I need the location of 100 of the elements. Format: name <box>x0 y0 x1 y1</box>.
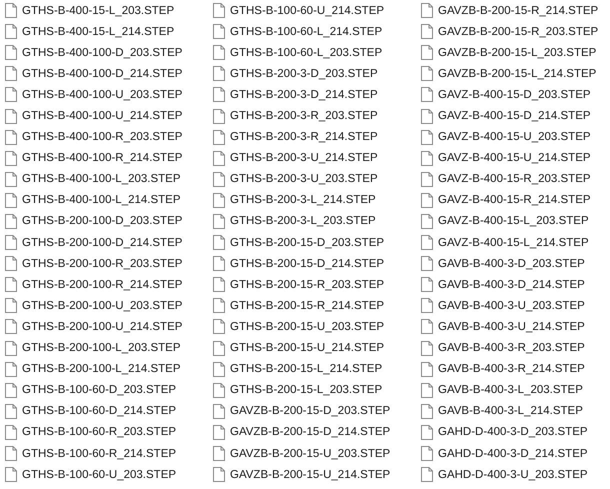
file-item[interactable]: GTHS-B-200-3-U_214.STEP <box>208 148 416 169</box>
file-icon <box>213 3 225 18</box>
file-item[interactable]: GTHS-B-400-15-L_203.STEP <box>0 0 208 22</box>
file-icon <box>213 87 225 102</box>
file-item[interactable]: GTHS-B-200-15-L_214.STEP <box>208 358 416 380</box>
file-icon <box>421 172 433 187</box>
file-icon <box>213 172 225 187</box>
file-icon <box>213 424 225 440</box>
file-item[interactable]: GAVB-B-400-3-L_214.STEP <box>416 400 610 422</box>
file-item[interactable]: GTHS-B-200-100-U_214.STEP <box>0 316 208 338</box>
file-item[interactable]: GTHS-B-200-15-L_203.STEP <box>208 380 416 401</box>
file-item[interactable]: GTHS-B-400-100-D_203.STEP <box>0 42 208 64</box>
file-item[interactable]: GTHS-B-200-100-R_203.STEP <box>0 253 208 274</box>
file-icon <box>421 404 433 419</box>
file-item[interactable]: GTHS-B-100-60-U_203.STEP <box>0 464 208 486</box>
file-icon <box>213 319 225 334</box>
file-item[interactable]: GTHS-B-100-60-D_203.STEP <box>0 380 208 401</box>
file-item[interactable]: GAVZB-B-200-15-D_214.STEP <box>208 422 416 443</box>
file-item[interactable]: GAVB-B-400-3-D_214.STEP <box>416 274 610 296</box>
file-item[interactable]: GAVB-B-400-3-U_203.STEP <box>416 295 610 316</box>
file-icon <box>5 3 17 18</box>
file-item[interactable]: GAVZ-B-400-15-L_214.STEP <box>416 232 610 254</box>
file-icon <box>5 340 17 356</box>
file-icon <box>5 424 17 440</box>
file-item[interactable]: GAVZ-B-400-15-U_214.STEP <box>416 148 610 169</box>
file-item[interactable]: GAVZB-B-200-15-R_203.STEP <box>416 21 610 42</box>
file-item[interactable]: GTHS-B-200-3-D_203.STEP <box>208 63 416 84</box>
file-item[interactable]: GAVZ-B-400-15-L_203.STEP <box>416 210 610 232</box>
file-item[interactable]: GTHS-B-200-3-R_214.STEP <box>208 126 416 148</box>
file-item[interactable]: GTHS-B-100-60-U_214.STEP <box>208 0 416 22</box>
file-icon <box>5 235 17 250</box>
file-item[interactable]: GTHS-B-200-15-U_214.STEP <box>208 338 416 359</box>
file-item[interactable]: GTHS-B-400-100-L_203.STEP <box>0 168 208 190</box>
file-item[interactable]: GTHS-B-200-3-U_203.STEP <box>208 168 416 190</box>
file-item[interactable]: GTHS-B-400-100-U_214.STEP <box>0 105 208 127</box>
file-item[interactable]: GAVB-B-400-3-R_203.STEP <box>416 338 610 359</box>
file-icon <box>5 66 17 82</box>
file-item[interactable]: GTHS-B-100-60-R_214.STEP <box>0 442 208 464</box>
file-item[interactable]: GAVZ-B-400-15-D_214.STEP <box>416 105 610 127</box>
file-item[interactable]: GAVB-B-400-3-U_214.STEP <box>416 316 610 338</box>
file-icon <box>213 235 225 250</box>
file-icon <box>213 256 225 272</box>
file-item[interactable]: GAHD-D-400-3-D_203.STEP <box>416 422 610 443</box>
file-item[interactable]: GAVZB-B-200-15-U_203.STEP <box>208 442 416 464</box>
file-item[interactable]: GAVZ-B-400-15-U_203.STEP <box>416 126 610 148</box>
file-item[interactable]: GTHS-B-100-60-L_203.STEP <box>208 42 416 64</box>
file-icon <box>5 172 17 187</box>
file-item[interactable]: GAVZB-B-200-15-U_214.STEP <box>208 464 416 486</box>
file-icon <box>5 192 17 208</box>
file-item[interactable]: GTHS-B-200-15-R_203.STEP <box>208 274 416 296</box>
file-item[interactable]: GAVB-B-400-3-R_214.STEP <box>416 358 610 380</box>
file-icon <box>213 45 225 60</box>
file-icon <box>421 3 433 18</box>
file-icon <box>213 340 225 356</box>
file-item[interactable]: GTHS-B-200-100-L_203.STEP <box>0 338 208 359</box>
file-item[interactable]: GTHS-B-200-15-U_203.STEP <box>208 316 416 338</box>
file-item[interactable]: GTHS-B-200-100-L_214.STEP <box>0 358 208 380</box>
file-item[interactable]: GTHS-B-100-60-R_203.STEP <box>0 422 208 443</box>
file-item[interactable]: GAVB-B-400-3-D_203.STEP <box>416 253 610 274</box>
file-item[interactable]: GAVZB-B-200-15-L_203.STEP <box>416 42 610 64</box>
file-item[interactable]: GAVZ-B-400-15-R_203.STEP <box>416 168 610 190</box>
file-icon <box>5 87 17 102</box>
file-icon <box>5 382 17 398</box>
file-item[interactable]: GTHS-B-200-100-D_214.STEP <box>0 232 208 254</box>
file-icon <box>213 192 225 208</box>
file-item[interactable]: GTHS-B-200-3-L_203.STEP <box>208 210 416 232</box>
file-item[interactable]: GTHS-B-400-100-R_203.STEP <box>0 126 208 148</box>
file-icon <box>5 298 17 314</box>
file-item[interactable]: GTHS-B-200-100-D_203.STEP <box>0 210 208 232</box>
file-item[interactable]: GTHS-B-400-100-U_203.STEP <box>0 84 208 106</box>
file-icon <box>5 45 17 60</box>
file-item[interactable]: GTHS-B-200-100-R_214.STEP <box>0 274 208 296</box>
file-item[interactable]: GAVZ-B-400-15-R_214.STEP <box>416 190 610 211</box>
file-icon <box>421 87 433 102</box>
file-icon <box>213 150 225 166</box>
file-item[interactable]: GTHS-B-400-100-R_214.STEP <box>0 148 208 169</box>
file-item[interactable]: GAHD-D-400-3-U_203.STEP <box>416 464 610 486</box>
file-item[interactable]: GTHS-B-200-3-L_214.STEP <box>208 190 416 211</box>
file-item[interactable]: GTHS-B-100-60-L_214.STEP <box>208 21 416 42</box>
file-icon <box>421 362 433 377</box>
file-item[interactable]: GTHS-B-100-60-D_214.STEP <box>0 400 208 422</box>
file-icon <box>421 45 433 60</box>
file-icon <box>5 130 17 145</box>
file-item[interactable]: GTHS-B-200-15-R_214.STEP <box>208 295 416 316</box>
file-item[interactable]: GTHS-B-200-15-D_203.STEP <box>208 232 416 254</box>
file-item[interactable]: GAHD-D-400-3-D_214.STEP <box>416 442 610 464</box>
file-item[interactable]: GTHS-B-400-100-D_214.STEP <box>0 63 208 84</box>
file-item[interactable]: GAVZB-B-200-15-R_214.STEP <box>416 0 610 22</box>
file-item[interactable]: GAVZB-B-200-15-D_203.STEP <box>208 400 416 422</box>
file-item[interactable]: GAVZB-B-200-15-L_214.STEP <box>416 63 610 84</box>
file-item[interactable]: GTHS-B-200-3-D_214.STEP <box>208 84 416 106</box>
file-item[interactable]: GTHS-B-400-15-L_214.STEP <box>0 21 208 42</box>
file-item[interactable]: GTHS-B-400-100-L_214.STEP <box>0 190 208 211</box>
file-icon <box>421 424 433 440</box>
file-item[interactable]: GTHS-B-200-15-D_214.STEP <box>208 253 416 274</box>
file-item[interactable]: GTHS-B-200-3-R_203.STEP <box>208 105 416 127</box>
file-item[interactable]: GAVZ-B-400-15-D_203.STEP <box>416 84 610 106</box>
file-item[interactable]: GAVB-B-400-3-L_203.STEP <box>416 380 610 401</box>
file-item[interactable]: GTHS-B-200-100-U_203.STEP <box>0 295 208 316</box>
file-icon <box>5 446 17 462</box>
